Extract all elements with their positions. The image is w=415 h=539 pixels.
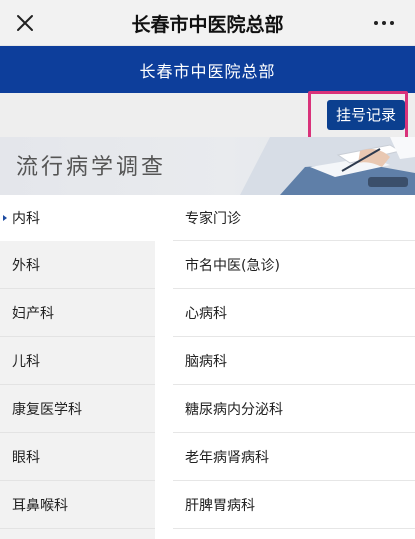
window-title: 长春市中医院总部 <box>131 13 284 36</box>
clinic-item[interactable]: 糖尿病内分泌科 <box>173 385 415 433</box>
doctor-writing-image <box>240 137 415 195</box>
clinic-list: 专家门诊 市名中医(急诊) 心病科 脑病科 糖尿病内分泌科 老年病肾病科 肝脾胃… <box>155 195 415 539</box>
close-icon <box>17 15 33 31</box>
clinic-item[interactable]: 市名中医(急诊) <box>173 241 415 289</box>
action-row: 挂号记录 <box>0 93 415 137</box>
epidemiology-survey-banner[interactable]: 流行病学调查 <box>0 137 415 195</box>
top-navigation-bar: 长春市中医院总部 <box>0 0 415 46</box>
department-item[interactable]: 康复医学科 <box>0 385 155 433</box>
more-button[interactable] <box>365 4 403 42</box>
clinic-item[interactable]: 专家门诊 <box>173 195 415 241</box>
department-item[interactable]: 妇产科 <box>0 289 155 337</box>
department-item[interactable]: 儿科 <box>0 337 155 385</box>
department-item[interactable]: 外科 <box>0 241 155 289</box>
registration-record-button[interactable]: 挂号记录 <box>326 100 405 130</box>
hospital-name: 长春市中医院总部 <box>139 61 276 81</box>
department-item[interactable]: 眼科 <box>0 433 155 481</box>
close-button[interactable] <box>6 4 44 42</box>
clinic-item[interactable]: 脑病科 <box>173 337 415 385</box>
selected-indicator-icon <box>3 215 7 221</box>
department-list: 内科 外科 妇产科 儿科 康复医学科 眼科 耳鼻喉科 <box>0 195 155 539</box>
clinic-item[interactable]: 老年病肾病科 <box>173 433 415 481</box>
clinic-item[interactable]: 肝脾胃病科 <box>173 481 415 529</box>
department-item[interactable]: 耳鼻喉科 <box>0 481 155 529</box>
hospital-header: 长春市中医院总部 <box>0 46 415 93</box>
department-item[interactable]: 内科 <box>0 195 155 241</box>
clinic-item[interactable]: 心病科 <box>173 289 415 337</box>
banner-title: 流行病学调查 <box>16 155 167 180</box>
more-dots-icon <box>374 21 394 25</box>
